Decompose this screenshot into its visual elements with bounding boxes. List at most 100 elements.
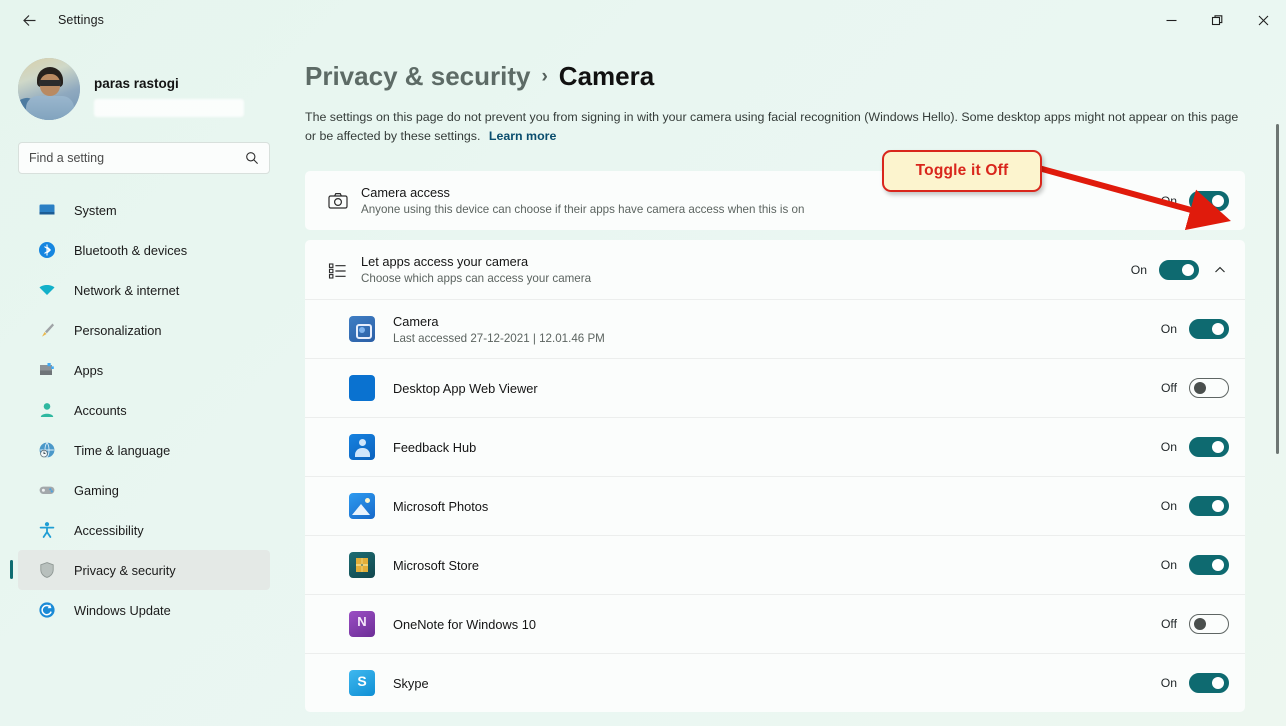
annotation-arrow-icon xyxy=(1023,161,1231,230)
wifi-icon xyxy=(36,279,58,301)
app-toggle[interactable] xyxy=(1189,555,1229,575)
scrollbar-thumb[interactable] xyxy=(1276,124,1279,454)
let-apps-state-label: On xyxy=(1130,262,1147,277)
sidebar-item-accessibility[interactable]: Accessibility xyxy=(18,510,270,550)
breadcrumb-parent[interactable]: Privacy & security xyxy=(305,61,530,92)
back-button[interactable] xyxy=(12,5,46,35)
sidebar-item-label: Bluetooth & devices xyxy=(74,242,188,258)
app-toggle[interactable] xyxy=(1189,614,1229,634)
sidebar-item-apps[interactable]: Apps xyxy=(18,350,270,390)
app-row[interactable]: Desktop App Web Viewer Off xyxy=(305,358,1245,417)
sidebar-item-personalization[interactable]: Personalization xyxy=(18,310,270,350)
app-name: Camera xyxy=(393,313,439,329)
paintbrush-icon xyxy=(36,319,58,341)
app-toggle[interactable] xyxy=(1189,673,1229,693)
content-pane: Privacy & security › Camera The settings… xyxy=(288,40,1286,726)
let-apps-subtitle: Choose which apps can access your camera xyxy=(361,272,592,285)
close-button[interactable] xyxy=(1240,0,1286,40)
sidebar-item-gaming[interactable]: Gaming xyxy=(18,470,270,510)
profile-block[interactable]: paras rastogi xyxy=(0,40,288,120)
feedback-hub-icon xyxy=(349,434,375,460)
app-name: Skype xyxy=(393,675,429,691)
list-icon xyxy=(327,259,361,281)
page-title: Camera xyxy=(558,61,655,91)
minimize-button[interactable] xyxy=(1148,0,1194,40)
app-last-accessed: Last accessed 27-12-2021 | 12.01.46 PM xyxy=(393,331,605,345)
sidebar-item-label: Windows Update xyxy=(74,602,171,618)
person-icon xyxy=(36,399,58,421)
search-input[interactable] xyxy=(29,151,245,165)
sidebar-item-system[interactable]: System xyxy=(18,190,270,230)
sidebar-item-label: Personalization xyxy=(74,322,162,338)
app-state-label: Off xyxy=(1160,381,1177,395)
app-name: Microsoft Photos xyxy=(393,498,489,514)
update-icon xyxy=(36,599,58,621)
app-state-label: On xyxy=(1160,558,1177,572)
camera-app-icon xyxy=(349,316,375,342)
app-row[interactable]: Skype On xyxy=(305,653,1245,712)
sidebar-item-label: Privacy & security xyxy=(74,562,176,578)
app-state-label: Off xyxy=(1160,617,1177,631)
desktop-web-viewer-icon xyxy=(349,375,375,401)
breadcrumb-separator-icon: › xyxy=(541,65,548,87)
sidebar-item-label: Accounts xyxy=(74,402,127,418)
settings-window: Settings paras rastogi Find a setting Sy… xyxy=(0,0,1286,726)
window-controls xyxy=(1148,0,1286,40)
app-name: Microsoft Store xyxy=(393,557,480,573)
sidebar-item-time-language[interactable]: Time & language xyxy=(18,430,270,470)
skype-icon xyxy=(349,670,375,696)
profile-email-redacted xyxy=(94,99,244,117)
bluetooth-icon xyxy=(36,239,58,261)
app-name: OneNote for Windows 10 xyxy=(393,616,536,632)
app-state-label: On xyxy=(1160,322,1177,336)
app-name: Desktop App Web Viewer xyxy=(393,380,538,396)
sidebar-item-label: System xyxy=(74,202,117,218)
app-row[interactable]: Microsoft Store On xyxy=(305,535,1245,594)
sidebar-item-label: Network & internet xyxy=(74,282,180,298)
let-apps-toggle[interactable] xyxy=(1159,259,1199,280)
sidebar-item-label: Accessibility xyxy=(74,522,144,538)
microsoft-photos-icon xyxy=(349,493,375,519)
camera-icon xyxy=(327,190,361,212)
profile-name: paras rastogi xyxy=(94,76,179,91)
let-apps-access-row[interactable]: Let apps access your camera Choose which… xyxy=(305,240,1245,299)
sidebar-item-privacy-security[interactable]: Privacy & security xyxy=(10,550,270,590)
clock-globe-icon xyxy=(36,439,58,461)
breadcrumb: Privacy & security › Camera xyxy=(305,61,1286,92)
sidebar-item-label: Gaming xyxy=(74,482,119,498)
sidebar-item-bluetooth-devices[interactable]: Bluetooth & devices xyxy=(18,230,270,270)
sidebar-nav: System Bluetooth & devices Network & int… xyxy=(0,190,288,630)
sidebar-item-label: Apps xyxy=(74,362,104,378)
onenote-icon xyxy=(349,611,375,637)
microsoft-store-icon xyxy=(349,552,375,578)
sidebar-item-label: Time & language xyxy=(74,442,171,458)
app-toggle[interactable] xyxy=(1189,437,1229,457)
app-toggle[interactable] xyxy=(1189,496,1229,516)
accessibility-icon xyxy=(36,519,58,541)
back-arrow-icon xyxy=(22,14,35,26)
app-row[interactable]: Microsoft Photos On xyxy=(305,476,1245,535)
vertical-scrollbar[interactable] xyxy=(1272,96,1282,720)
app-toggle[interactable] xyxy=(1189,378,1229,398)
app-state-label: On xyxy=(1160,440,1177,454)
sidebar-item-accounts[interactable]: Accounts xyxy=(18,390,270,430)
search-box[interactable] xyxy=(18,142,270,174)
title-bar: Settings xyxy=(0,0,1286,40)
chevron-up-icon[interactable] xyxy=(1211,263,1229,277)
app-name: Feedback Hub xyxy=(393,439,477,455)
page-description-text: The settings on this page do not prevent… xyxy=(305,110,1239,143)
page-description: The settings on this page do not prevent… xyxy=(305,108,1245,146)
app-toggle[interactable] xyxy=(1189,319,1229,339)
let-apps-title: Let apps access your camera xyxy=(361,254,529,269)
app-row[interactable]: Camera Last accessed 27-12-2021 | 12.01.… xyxy=(305,299,1245,358)
app-row[interactable]: Feedback Hub On xyxy=(305,417,1245,476)
app-row[interactable]: OneNote for Windows 10 Off xyxy=(305,594,1245,653)
restore-button[interactable] xyxy=(1194,0,1240,40)
sidebar-item-network-internet[interactable]: Network & internet xyxy=(18,270,270,310)
learn-more-link[interactable]: Learn more xyxy=(489,129,556,143)
search-icon xyxy=(245,151,259,165)
close-icon xyxy=(1258,15,1268,25)
sidebar-item-windows-update[interactable]: Windows Update xyxy=(18,590,270,630)
app-state-label: On xyxy=(1160,676,1177,690)
shield-icon xyxy=(36,559,58,581)
